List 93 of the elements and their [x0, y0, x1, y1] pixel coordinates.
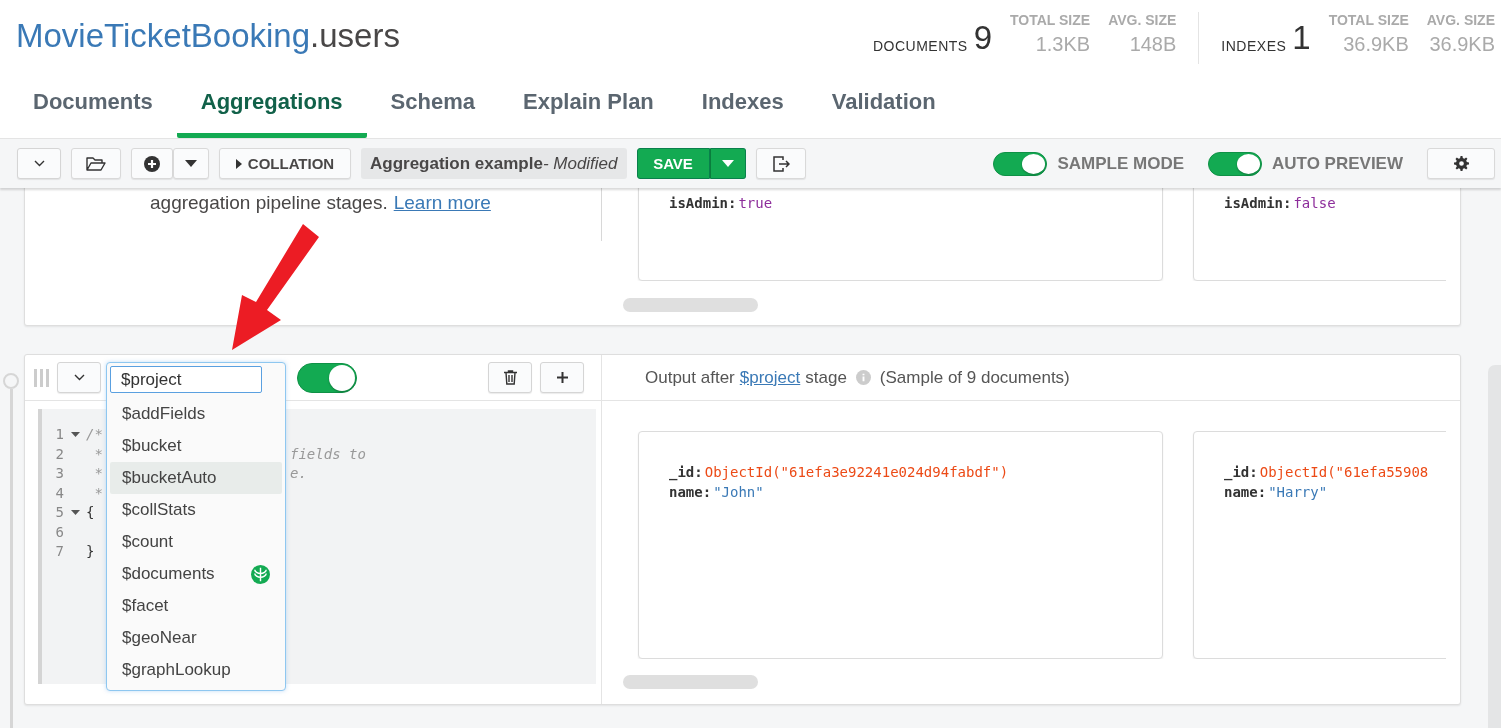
- field-key: _id:: [669, 462, 703, 482]
- field-value: false: [1293, 194, 1336, 213]
- operator-option[interactable]: $geoNear: [110, 622, 282, 654]
- export-button[interactable]: [755, 148, 806, 179]
- code-text: *: [93, 445, 103, 462]
- metric-value: 148B: [1129, 33, 1177, 56]
- pipeline-name: Aggregation example- Modified: [361, 148, 627, 179]
- settings-icon: [1453, 156, 1469, 171]
- code-comment: e.: [290, 464, 307, 483]
- chevron-down-icon: [33, 160, 45, 167]
- operator-option[interactable]: $collStats: [110, 494, 282, 526]
- field-key: isAdmin:: [1224, 193, 1292, 213]
- save-menu-button[interactable]: [709, 148, 746, 179]
- operator-option[interactable]: $count: [110, 526, 282, 558]
- add-stage-button[interactable]: [540, 362, 584, 393]
- tab[interactable]: Explain Plan: [499, 70, 678, 138]
- tab[interactable]: Documents: [9, 70, 177, 138]
- stage-link[interactable]: $project: [739, 367, 801, 388]
- line-number: 1: [54, 425, 64, 444]
- collection-title: MovieTicketBooking.users: [16, 16, 400, 56]
- operator-input[interactable]: $project: [110, 366, 262, 393]
- code-text: /*: [86, 426, 103, 442]
- field-key: isAdmin:: [669, 193, 737, 213]
- code-text: *: [93, 484, 103, 501]
- caret-icon: [721, 160, 734, 167]
- field-value: ObjectId("61efa3e92241e024d94fabdf"): [704, 463, 1009, 482]
- tab[interactable]: Validation: [807, 70, 960, 138]
- metric-label: AVG. SIZE: [1108, 12, 1177, 28]
- caret-icon: [185, 160, 197, 167]
- field-value: true: [738, 194, 773, 213]
- tab[interactable]: Schema: [366, 70, 499, 138]
- field-value: "John": [713, 483, 764, 502]
- output-label: Output after: [645, 367, 735, 388]
- plus-circle-icon: [144, 155, 160, 172]
- delete-button[interactable]: [488, 362, 532, 393]
- field-key: _id:: [1224, 462, 1258, 482]
- code-text: {: [86, 504, 95, 520]
- operator-option[interactable]: $bucketAuto: [110, 462, 282, 494]
- output-label: stage: [805, 367, 847, 388]
- line-number: 7: [54, 542, 64, 561]
- stage-description: aggregation pipeline stages. Learn more: [150, 192, 491, 213]
- open-button[interactable]: [71, 148, 121, 179]
- plus-icon: [556, 372, 568, 383]
- operator-option[interactable]: $bucket: [110, 430, 282, 462]
- operator-option[interactable]: $facet: [110, 590, 282, 622]
- scrollbar-thumb[interactable]: [623, 675, 758, 689]
- learn-more-link[interactable]: Learn more: [393, 192, 491, 213]
- scrollbar-thumb[interactable]: [623, 298, 758, 312]
- operator-option[interactable]: $documents: [110, 558, 282, 590]
- fold-caret-icon[interactable]: [70, 432, 80, 438]
- tab[interactable]: Indexes: [677, 70, 808, 138]
- toggle-switch[interactable]: [1208, 151, 1262, 176]
- line-number: 4: [54, 483, 64, 503]
- metric-label: TOTAL SIZE: [1328, 12, 1409, 28]
- metric-label: TOTAL SIZE: [1010, 12, 1091, 28]
- trash-icon: [503, 370, 517, 385]
- fold-caret-icon[interactable]: [70, 510, 80, 516]
- code-comment: fields to: [290, 444, 366, 464]
- field-key: name:: [1224, 482, 1267, 502]
- line-number: 6: [54, 522, 64, 542]
- info-icon: [855, 370, 871, 385]
- line-number: 2: [54, 444, 64, 464]
- stat-value: 9: [973, 19, 992, 57]
- line-number: 5: [54, 503, 64, 522]
- folder-icon: [86, 155, 106, 172]
- line-number: 3: [54, 464, 64, 483]
- sample-note: (Sample of 9 documents): [879, 367, 1070, 388]
- stat-label: DOCUMENTS: [872, 38, 968, 54]
- drag-handle-icon[interactable]: [34, 368, 49, 387]
- code-text: }: [86, 543, 95, 559]
- toggle-label: SAMPLE MODE: [1057, 153, 1184, 174]
- metric-value: 36.9KB: [1343, 33, 1409, 56]
- toggle-switch[interactable]: [993, 151, 1048, 176]
- metric-value: 1.3KB: [1035, 33, 1091, 56]
- stage-toggle[interactable]: [297, 362, 357, 393]
- toggle-label: AUTO PREVIEW: [1272, 153, 1403, 174]
- collation-button[interactable]: COLLATION: [219, 148, 351, 179]
- field-value: "Harry": [1268, 483, 1328, 502]
- caret-right-icon: [235, 158, 242, 169]
- metric-label: AVG. SIZE: [1426, 12, 1495, 28]
- dropdown-button[interactable]: [173, 148, 209, 179]
- add-button[interactable]: [131, 148, 173, 179]
- chevron-down-icon: [73, 374, 85, 381]
- export-icon: [771, 154, 790, 173]
- field-key: name:: [669, 482, 712, 502]
- stat-value: 1: [1292, 19, 1311, 57]
- metric-value: 36.9KB: [1429, 33, 1495, 56]
- stat-label: INDEXES: [1221, 38, 1287, 54]
- code-text: *: [93, 465, 103, 481]
- operator-option[interactable]: $graphLookup: [110, 654, 282, 686]
- stage-operator-dropdown[interactable]: $project $addFields $bucket $bucketAuto $collStats $count $documents $facet $geoNear $graphLookup: [106, 362, 286, 691]
- field-value: ObjectId("61efa55908: [1259, 463, 1429, 482]
- settings-button[interactable]: [1427, 148, 1495, 179]
